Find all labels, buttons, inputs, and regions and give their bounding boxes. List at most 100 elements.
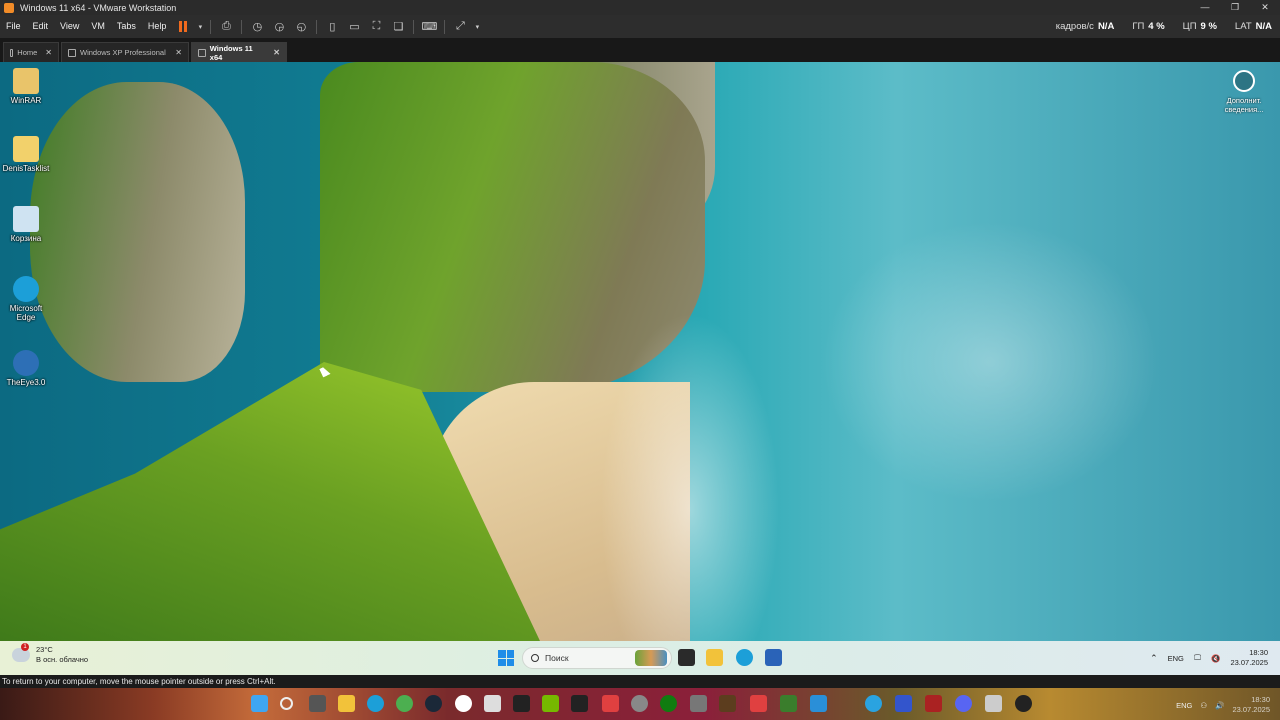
app-icon[interactable] bbox=[985, 695, 1002, 712]
clock[interactable]: 18:30 23.07.2025 bbox=[1232, 695, 1270, 715]
vm-icon bbox=[198, 48, 206, 57]
app-icon[interactable] bbox=[925, 695, 942, 712]
console-view-icon[interactable]: ⌨ bbox=[420, 18, 438, 36]
yandex-icon[interactable] bbox=[455, 695, 472, 712]
xbox-icon[interactable] bbox=[660, 695, 677, 712]
language-indicator[interactable]: ENG bbox=[1176, 701, 1192, 710]
desktop-icon-recycle-bin[interactable]: Корзина bbox=[0, 206, 52, 243]
toolbar-divider bbox=[413, 19, 415, 34]
file-explorer-icon[interactable] bbox=[706, 649, 723, 666]
vmware-icon[interactable] bbox=[690, 695, 707, 712]
wallpaper-rock-island bbox=[30, 82, 245, 382]
chevron-down-icon[interactable]: ▾ bbox=[196, 18, 204, 36]
performance-overlay: кадров/с N/A ГП 4 % ЦП 9 % LAT N/A bbox=[1056, 15, 1272, 38]
snapshot-icon[interactable]: ◷ bbox=[248, 18, 266, 36]
snapshot-manager-icon[interactable]: ◵ bbox=[292, 18, 310, 36]
revert-snapshot-icon[interactable]: ◶ bbox=[270, 18, 288, 36]
gpu-label: ГП bbox=[1132, 21, 1145, 32]
edge-icon[interactable] bbox=[736, 649, 753, 666]
window-title: Windows 11 x64 - VMware Workstation bbox=[20, 2, 177, 13]
terminal-icon[interactable] bbox=[678, 649, 695, 666]
menu-edit[interactable]: Edit bbox=[27, 15, 55, 38]
chevron-down-icon[interactable]: ▾ bbox=[473, 18, 481, 36]
desktop-icon-theeye[interactable]: TheEye3.0 bbox=[0, 350, 52, 387]
menu-help[interactable]: Help bbox=[142, 15, 173, 38]
close-icon[interactable]: ✕ bbox=[1250, 0, 1280, 15]
winrar-icon bbox=[13, 68, 39, 94]
wallpaper-surf bbox=[600, 312, 780, 641]
pause-vm-button[interactable] bbox=[174, 18, 192, 36]
volume-muted-icon[interactable]: 🔇 bbox=[1211, 654, 1220, 663]
terminal-icon[interactable] bbox=[571, 695, 588, 712]
cloud-icon: 1 bbox=[12, 643, 30, 662]
thumbnail-bar-icon[interactable]: ▭ bbox=[345, 18, 363, 36]
close-icon[interactable]: ✕ bbox=[273, 48, 280, 57]
minecraft-icon[interactable] bbox=[719, 695, 736, 712]
minimize-icon[interactable]: — bbox=[1190, 0, 1220, 15]
app-icon[interactable] bbox=[780, 695, 797, 712]
desktop-icon-winrar[interactable]: WinRAR bbox=[0, 68, 52, 105]
network-icon[interactable]: 🖵 bbox=[1194, 653, 1201, 663]
desktop-icon-label: WinRAR bbox=[10, 96, 42, 105]
chrome-icon[interactable] bbox=[396, 695, 413, 712]
info-camera-icon bbox=[1233, 70, 1255, 92]
tab-windows-xp[interactable]: Windows XP Professional ✕ bbox=[61, 42, 189, 62]
stretch-guest-icon[interactable]: ⤢ bbox=[451, 18, 469, 36]
clock-date: 23.07.2025 bbox=[1232, 705, 1270, 714]
chevron-up-icon[interactable]: ⌃ bbox=[1150, 653, 1158, 664]
menu-vm[interactable]: VM bbox=[85, 15, 111, 38]
tab-windows-11[interactable]: Windows 11 x64 ✕ bbox=[191, 42, 287, 62]
guest-taskbar: 1 23°C В осн. облачно Поиск ⌃ ENG 🖵 🔇 18… bbox=[0, 641, 1280, 675]
host-system-tray: ENG ⚇ 🔊 18:30 23.07.2025 bbox=[1176, 692, 1270, 718]
app-icon[interactable] bbox=[895, 695, 912, 712]
volume-icon[interactable]: 🔊 bbox=[1215, 701, 1224, 710]
wallpaper-info-widget[interactable]: Дополнит. сведения... bbox=[1214, 70, 1274, 114]
network-icon[interactable]: ⚇ bbox=[1200, 701, 1207, 710]
tab-home[interactable]: Home ✕ bbox=[3, 42, 59, 62]
host-taskbar: ENG ⚇ 🔊 18:30 23.07.2025 bbox=[0, 688, 1280, 720]
app-icon[interactable] bbox=[750, 695, 767, 712]
info-widget-label: Дополнит. сведения... bbox=[1224, 96, 1264, 114]
cpu-value: 9 % bbox=[1200, 21, 1217, 32]
steam-icon[interactable] bbox=[425, 695, 442, 712]
menu-view[interactable]: View bbox=[54, 15, 85, 38]
file-explorer-icon[interactable] bbox=[338, 695, 355, 712]
discord-icon[interactable] bbox=[955, 695, 972, 712]
close-icon[interactable]: ✕ bbox=[175, 48, 182, 57]
tab-label: Windows XP Professional bbox=[80, 48, 166, 57]
store-icon[interactable] bbox=[484, 695, 501, 712]
store-icon[interactable] bbox=[765, 649, 782, 666]
weather-widget[interactable]: 1 23°C В осн. облачно bbox=[12, 643, 88, 665]
send-ctrl-alt-del-icon[interactable]: ⎙ bbox=[217, 18, 235, 36]
guest-desktop[interactable]: WinRAR DenisTasklist Корзина Microsoft E… bbox=[0, 62, 1280, 641]
telegram-icon[interactable] bbox=[865, 695, 882, 712]
app-icon[interactable] bbox=[602, 695, 619, 712]
restore-icon[interactable]: ❐ bbox=[1220, 0, 1250, 15]
app-icon[interactable] bbox=[1015, 695, 1032, 712]
epic-games-icon[interactable] bbox=[513, 695, 530, 712]
search-input[interactable]: Поиск bbox=[522, 647, 672, 669]
desktop-icon-denistasklist[interactable]: DenisTasklist bbox=[0, 136, 52, 173]
search-icon[interactable] bbox=[280, 697, 293, 710]
latency-value: N/A bbox=[1255, 21, 1272, 32]
settings-icon[interactable] bbox=[631, 695, 648, 712]
unity-icon[interactable]: ❏ bbox=[389, 18, 407, 36]
app-icon[interactable] bbox=[810, 695, 827, 712]
clock[interactable]: 18:30 23.07.2025 bbox=[1230, 648, 1268, 668]
language-indicator[interactable]: ENG bbox=[1168, 654, 1184, 663]
close-icon[interactable]: ✕ bbox=[45, 48, 52, 57]
desktop-icon-label: DenisTasklist bbox=[2, 164, 50, 173]
nvidia-icon[interactable] bbox=[542, 695, 559, 712]
full-screen-icon[interactable]: ⛶ bbox=[367, 18, 385, 36]
menu-file[interactable]: File bbox=[0, 15, 27, 38]
photos-widget-icon bbox=[635, 650, 667, 666]
windows-start-icon[interactable] bbox=[498, 650, 514, 666]
show-library-icon[interactable]: ▯ bbox=[323, 18, 341, 36]
windows-start-icon[interactable] bbox=[251, 695, 268, 712]
task-view-icon[interactable] bbox=[309, 695, 326, 712]
clock-time: 18:30 bbox=[1249, 648, 1268, 657]
desktop-icon-edge[interactable]: Microsoft Edge bbox=[0, 276, 52, 322]
clock-time: 18:30 bbox=[1251, 695, 1270, 704]
menu-tabs[interactable]: Tabs bbox=[111, 15, 142, 38]
edge-icon[interactable] bbox=[367, 695, 384, 712]
